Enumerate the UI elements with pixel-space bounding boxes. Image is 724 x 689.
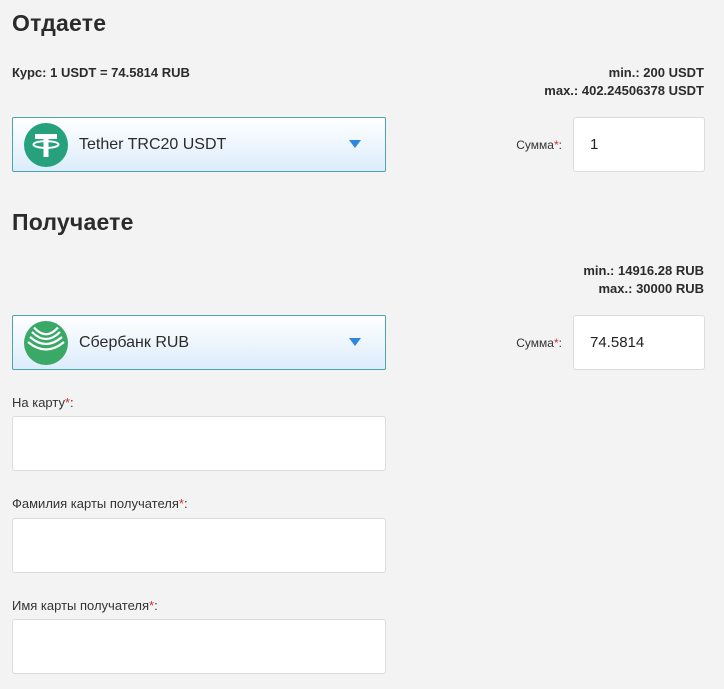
give-limits: min.: 200 USDT max.: 402.24506378 USDT bbox=[544, 64, 704, 100]
give-section-title: Отдаете bbox=[12, 10, 107, 36]
give-max-limit: max.: 402.24506378 USDT bbox=[544, 83, 704, 98]
receive-min-limit: min.: 14916.28 RUB bbox=[583, 263, 704, 278]
sberbank-icon bbox=[24, 321, 68, 365]
recipient-surname-input[interactable] bbox=[12, 518, 386, 573]
give-currency-select[interactable]: Tether TRC20 USDT bbox=[12, 117, 386, 172]
recipient-name-label: Имя карты получателя*: bbox=[12, 598, 158, 613]
receive-limits: min.: 14916.28 RUB max.: 30000 RUB bbox=[583, 262, 704, 298]
receive-currency-select[interactable]: Сбербанк RUB bbox=[12, 315, 386, 370]
receive-section-title: Получаете bbox=[12, 209, 134, 235]
tether-icon bbox=[24, 123, 68, 167]
exchange-rate: Курс: 1 USDT = 74.5814 RUB bbox=[12, 65, 190, 80]
receive-amount-input[interactable] bbox=[573, 315, 705, 370]
give-amount-input[interactable] bbox=[573, 117, 705, 172]
card-number-input[interactable] bbox=[12, 416, 386, 471]
recipient-name-input[interactable] bbox=[12, 619, 386, 674]
receive-max-limit: max.: 30000 RUB bbox=[598, 281, 705, 296]
recipient-surname-label: Фамилия карты получателя*: bbox=[12, 496, 188, 511]
give-amount-label: Сумма*: bbox=[516, 138, 562, 152]
give-min-limit: min.: 200 USDT bbox=[608, 65, 704, 80]
receive-amount-label: Сумма*: bbox=[516, 336, 562, 350]
receive-currency-label: Сбербанк RUB bbox=[79, 334, 190, 351]
card-number-label: На карту*: bbox=[12, 395, 74, 410]
chevron-down-icon bbox=[349, 338, 361, 346]
give-currency-label: Tether TRC20 USDT bbox=[79, 136, 227, 153]
chevron-down-icon bbox=[349, 140, 361, 148]
